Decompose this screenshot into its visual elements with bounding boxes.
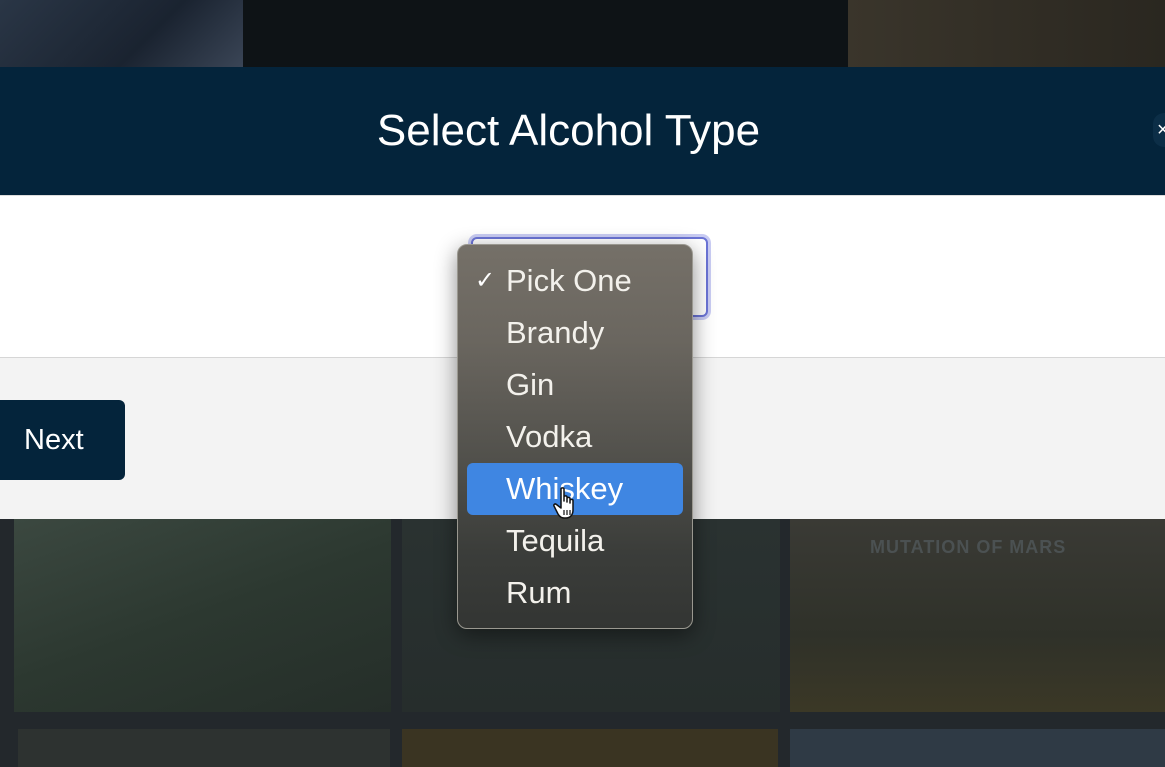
next-button[interactable]: Next — [0, 400, 125, 480]
checkmark-icon: ✓ — [475, 267, 496, 294]
option-vodka[interactable]: Vodka — [467, 411, 683, 463]
modal-title: Select Alcohol Type — [376, 106, 761, 155]
background-tile — [402, 729, 778, 767]
option-rum[interactable]: Rum — [467, 567, 683, 619]
option-label: Tequila — [506, 523, 605, 558]
background-tile — [790, 729, 1165, 767]
option-tequila[interactable]: Tequila — [467, 515, 683, 567]
option-pick-one[interactable]: ✓ Pick One — [467, 255, 683, 307]
option-label: Brandy — [506, 315, 605, 350]
option-gin[interactable]: Gin — [467, 359, 683, 411]
modal-header: Select Alcohol Type × — [0, 67, 1165, 195]
option-label: Pick One — [506, 263, 632, 298]
background-tile — [243, 0, 848, 67]
close-icon[interactable]: × — [1153, 113, 1165, 147]
option-label: Vodka — [506, 419, 593, 454]
option-label: Gin — [506, 367, 555, 402]
background-tile — [848, 0, 1165, 67]
option-brandy[interactable]: Brandy — [467, 307, 683, 359]
option-label: Rum — [506, 575, 572, 610]
background-tile — [18, 729, 390, 767]
background-tile — [14, 519, 391, 712]
alcohol-type-dropdown-menu: ✓ Pick One Brandy Gin Vodka Whiskey Tequ… — [457, 244, 693, 629]
background-tile — [0, 0, 243, 67]
background-title-text: MUTATION OF MARS — [870, 537, 1067, 557]
option-whiskey[interactable]: Whiskey — [467, 463, 683, 519]
